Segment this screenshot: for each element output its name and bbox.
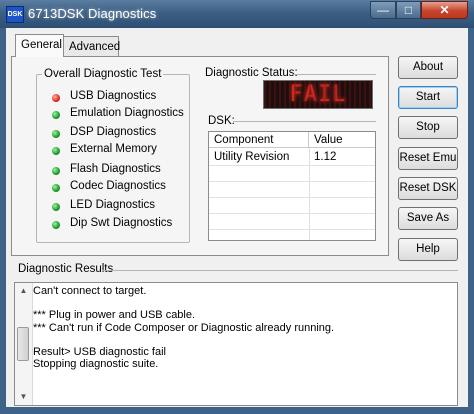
status-led-icon (52, 167, 60, 175)
status-led-icon (52, 203, 60, 211)
diagnostic-results-label: Diagnostic Results (18, 263, 114, 275)
dsk-label: DSK: (208, 115, 235, 127)
diag-item-label: DSP Diagnostics (70, 126, 157, 138)
status-display: FAIL (263, 80, 373, 109)
log-line: Result> USB diagnostic fail (33, 345, 166, 358)
scroll-up-icon[interactable]: ▲ (16, 283, 31, 298)
log-line: Can't connect to target. (33, 285, 147, 297)
table-cell-component[interactable]: Utility Revision (209, 149, 309, 165)
dsk-table[interactable]: Component Value Utility Revision 1.12 (208, 131, 376, 241)
column-header-component[interactable]: Component (209, 132, 309, 148)
row-divider (209, 229, 375, 230)
status-led-icon (52, 184, 60, 192)
row-divider (209, 197, 375, 198)
dsk-group-line (233, 121, 376, 122)
maximize-button[interactable]: □ (396, 1, 421, 19)
log-line: Stopping diagnostic suite. (33, 358, 159, 371)
results-text: Can't connect to target. *** Plug in pow… (33, 285, 433, 370)
window-frame-bottom (6, 407, 468, 414)
status-led-icon (52, 111, 60, 119)
row-divider (209, 165, 375, 166)
results-group-line (102, 270, 458, 271)
diag-item-label: Dip Swt Diagnostics (70, 217, 173, 229)
status-group-line (292, 74, 376, 75)
diag-item-label: Emulation Diagnostics (70, 107, 184, 119)
reset-dsk-button[interactable]: Reset DSK (398, 177, 458, 200)
table-cell-value[interactable]: 1.12 (309, 149, 375, 165)
save-as-button[interactable]: Save As (398, 207, 458, 230)
diagnostic-test-group-title: Overall Diagnostic Test (42, 68, 164, 80)
log-line: *** Can't run if Code Composer or Diagno… (33, 321, 335, 334)
window-frame-left (0, 28, 6, 414)
app-icon[interactable]: DSK (6, 6, 24, 23)
help-button[interactable]: Help (398, 238, 458, 261)
scroll-down-icon[interactable]: ▼ (16, 389, 31, 404)
status-led-icon (52, 147, 60, 155)
status-led-icon (52, 94, 60, 102)
close-button[interactable]: ✕ (421, 1, 468, 19)
column-header-value[interactable]: Value (309, 132, 375, 148)
status-led-icon (52, 130, 60, 138)
diag-item-label: Codec Diagnostics (70, 180, 166, 192)
status-led-icon (52, 221, 60, 229)
diag-item-label: USB Diagnostics (70, 90, 157, 102)
start-button[interactable]: Start (398, 86, 458, 109)
window-frame-right (468, 28, 474, 414)
minimize-button[interactable]: — (370, 1, 396, 19)
reset-emu-button[interactable]: Reset Emu (398, 147, 458, 170)
diag-item-label: External Memory (70, 143, 157, 155)
diagnostic-status-label: Diagnostic Status: (205, 67, 298, 79)
row-divider (209, 213, 375, 214)
tab-general[interactable]: General (15, 34, 64, 57)
log-line: *** Plug in power and USB cable. (33, 309, 196, 322)
vertical-scrollbar[interactable]: ▲ ▼ (15, 283, 33, 405)
diagnostic-results-log[interactable]: ▲ ▼ Can't connect to target. *** Plug in… (14, 282, 458, 406)
about-button[interactable]: About (398, 56, 458, 79)
row-divider (209, 181, 375, 182)
window-title: 6713DSK Diagnostics (28, 6, 157, 21)
tab-advanced[interactable]: Advanced (63, 36, 120, 56)
diag-item-label: Flash Diagnostics (70, 163, 161, 175)
diag-item-label: LED Diagnostics (70, 199, 156, 211)
scrollbar-thumb[interactable] (17, 327, 29, 361)
stop-button[interactable]: Stop (398, 116, 458, 139)
